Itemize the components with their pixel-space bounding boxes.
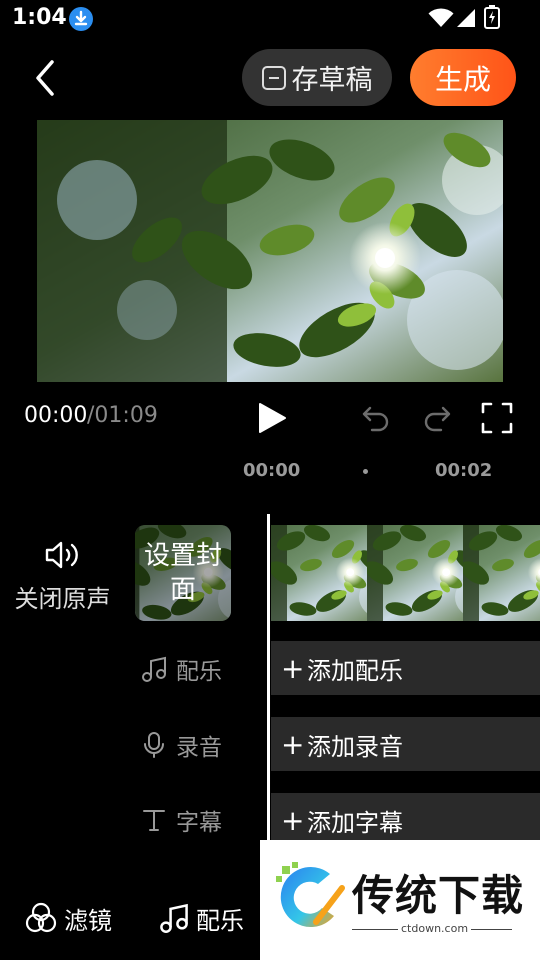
status-bar: 1:04 [0, 0, 540, 40]
filmstrip-frame [307, 525, 497, 621]
ruler-dot [363, 469, 368, 474]
plus-icon: + [281, 803, 305, 837]
brand-logo-icon [276, 862, 345, 928]
music-tool-label: 配乐 [196, 906, 244, 935]
redo-button[interactable] [421, 402, 453, 434]
music-track-text: 配乐 [176, 659, 222, 685]
add-recording-button[interactable]: + 添加录音 [271, 717, 540, 771]
save-draft-button[interactable]: 存草稿 [242, 49, 392, 106]
add-subtitle-label: 添加字幕 [307, 808, 403, 837]
video-filmstrip[interactable] [271, 525, 540, 621]
save-draft-label: 存草稿 [291, 65, 373, 96]
ruler-tick: 00:00 [243, 460, 301, 481]
set-cover-button[interactable]: 设置封面 [135, 525, 231, 621]
wifi-icon [428, 8, 454, 27]
battery-icon [484, 5, 500, 29]
filter-tool-label: 滤镜 [64, 906, 112, 935]
music-note-icon [142, 656, 166, 682]
record-track-text: 录音 [176, 735, 222, 761]
microphone-icon [144, 732, 164, 758]
current-time: 00:00 [24, 403, 88, 428]
add-recording-label: 添加录音 [307, 732, 403, 761]
draft-icon [261, 65, 286, 90]
play-button[interactable] [256, 401, 288, 435]
mute-original-button[interactable]: 关闭原声 [0, 535, 125, 615]
status-time: 1:04 [12, 5, 67, 30]
filmstrip-frame [403, 525, 540, 621]
add-music-button[interactable]: + 添加配乐 [271, 641, 540, 695]
filmstrip-frame [271, 525, 401, 621]
subtitle-track-text: 字幕 [176, 810, 222, 836]
record-track-label: 录音 [140, 725, 240, 765]
generate-label: 生成 [434, 62, 491, 96]
subtitle-track-label: 字幕 [140, 800, 240, 840]
redo-icon [424, 406, 451, 432]
signal-icon [457, 9, 475, 27]
add-music-label: 添加配乐 [307, 656, 403, 685]
undo-button[interactable] [360, 402, 392, 434]
total-time: /01:09 [87, 403, 158, 428]
play-icon [259, 403, 286, 433]
undo-icon [362, 406, 389, 432]
add-subtitle-button[interactable]: + 添加字幕 [271, 793, 540, 847]
music-note-icon [160, 903, 188, 933]
mute-original-label: 关闭原声 [14, 585, 111, 613]
set-cover-label: 设置封面 [143, 541, 222, 605]
watermark-url: ctdown.com [398, 922, 472, 935]
fullscreen-button[interactable] [481, 402, 513, 434]
generate-button[interactable]: 生成 [410, 49, 516, 106]
filter-icon [25, 902, 57, 933]
watermark-brand: 传统下载 [352, 871, 525, 920]
music-tool-button[interactable]: 配乐 [158, 895, 244, 941]
plus-icon: + [281, 651, 305, 685]
back-button[interactable] [28, 58, 64, 98]
speaker-icon [45, 541, 78, 569]
ruler-tick: 00:02 [435, 460, 493, 481]
plus-icon: + [281, 727, 305, 761]
video-preview[interactable] [37, 120, 503, 382]
download-icon [69, 7, 93, 31]
timeline-playhead[interactable] [267, 514, 270, 844]
watermark: 传统下载 ctdown.com [260, 840, 540, 960]
fullscreen-icon [481, 402, 513, 434]
chevron-left-icon [36, 60, 54, 96]
filter-tool-button[interactable]: 滤镜 [24, 895, 112, 941]
text-icon [143, 810, 165, 831]
music-track-label: 配乐 [140, 649, 240, 689]
